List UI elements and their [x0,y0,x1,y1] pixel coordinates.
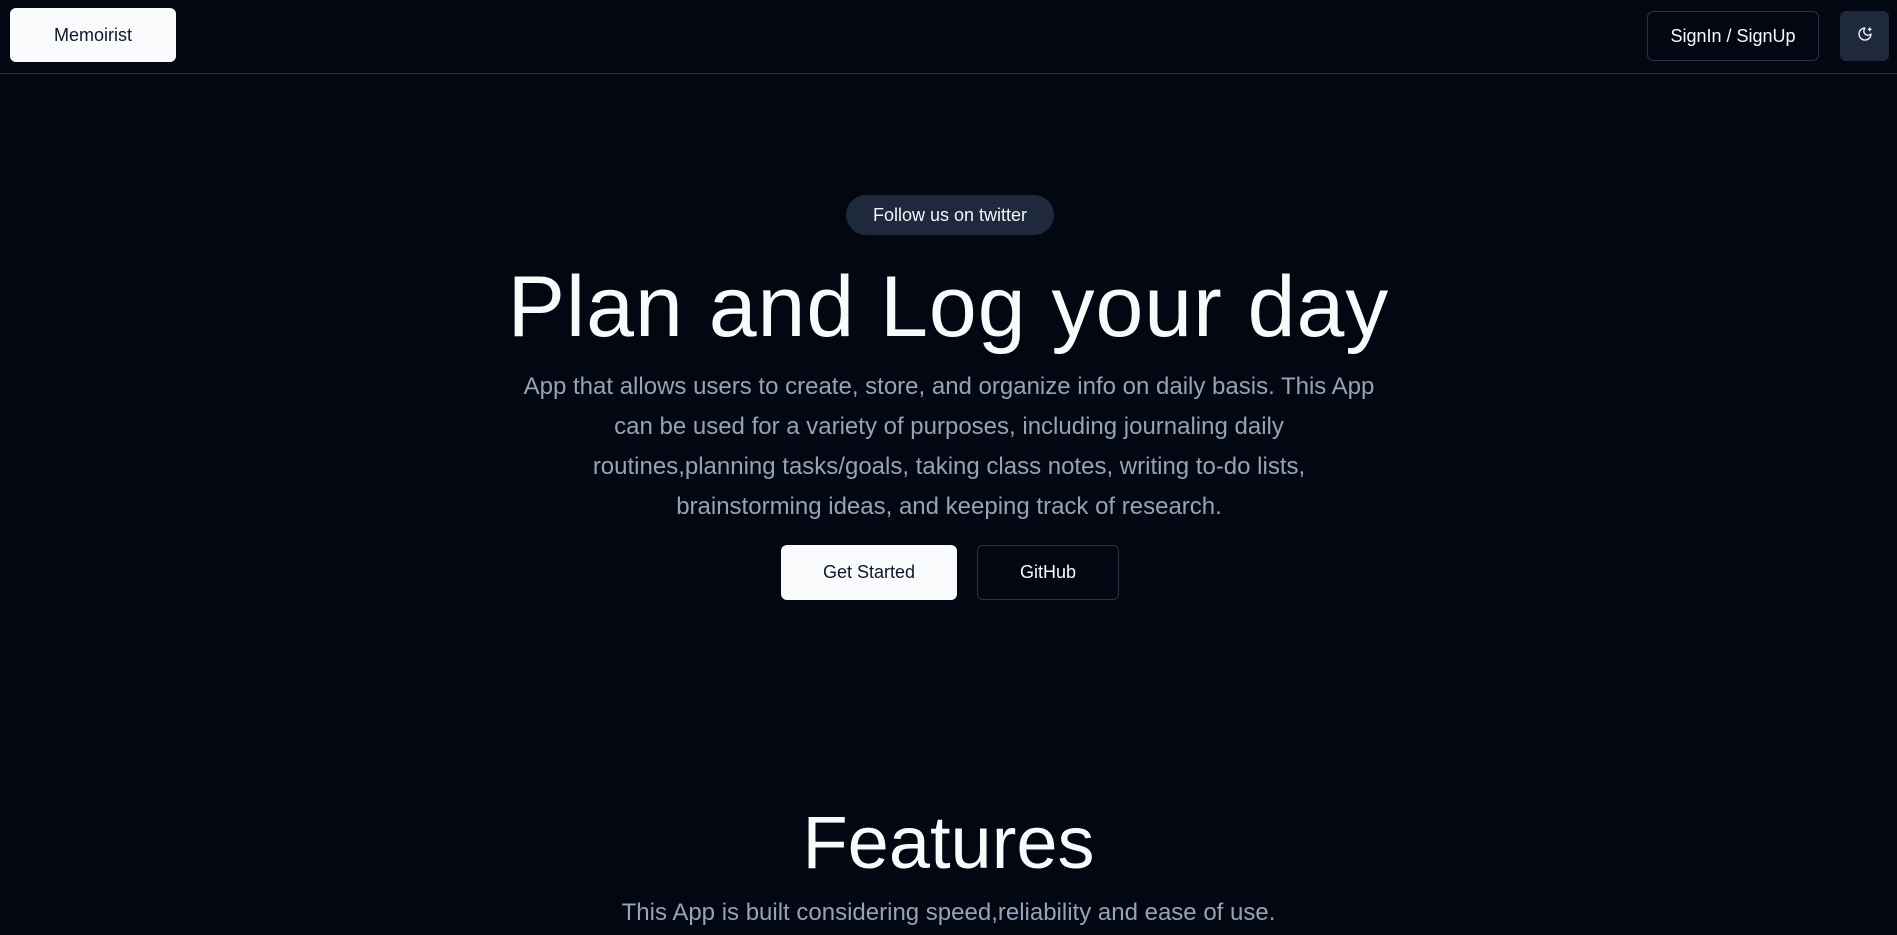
follow-twitter-link[interactable]: Follow us on twitter [846,195,1054,235]
hero-description: App that allows users to create, store, … [523,373,1375,520]
get-started-button[interactable]: Get Started [781,545,957,600]
github-button[interactable]: GitHub [977,545,1119,600]
features-title: Features [802,801,1095,884]
features-description: This App is built considering speed,reli… [621,899,1276,926]
hero-title: Plan and Log your day [507,259,1390,355]
signin-signup-button[interactable]: SignIn / SignUp [1647,11,1819,61]
top-navbar: Memoirist SignIn / SignUp [0,0,1897,74]
theme-toggle-button[interactable] [1840,11,1889,61]
brand-button[interactable]: Memoirist [10,8,176,62]
theme-toggle-icon [1857,26,1873,47]
